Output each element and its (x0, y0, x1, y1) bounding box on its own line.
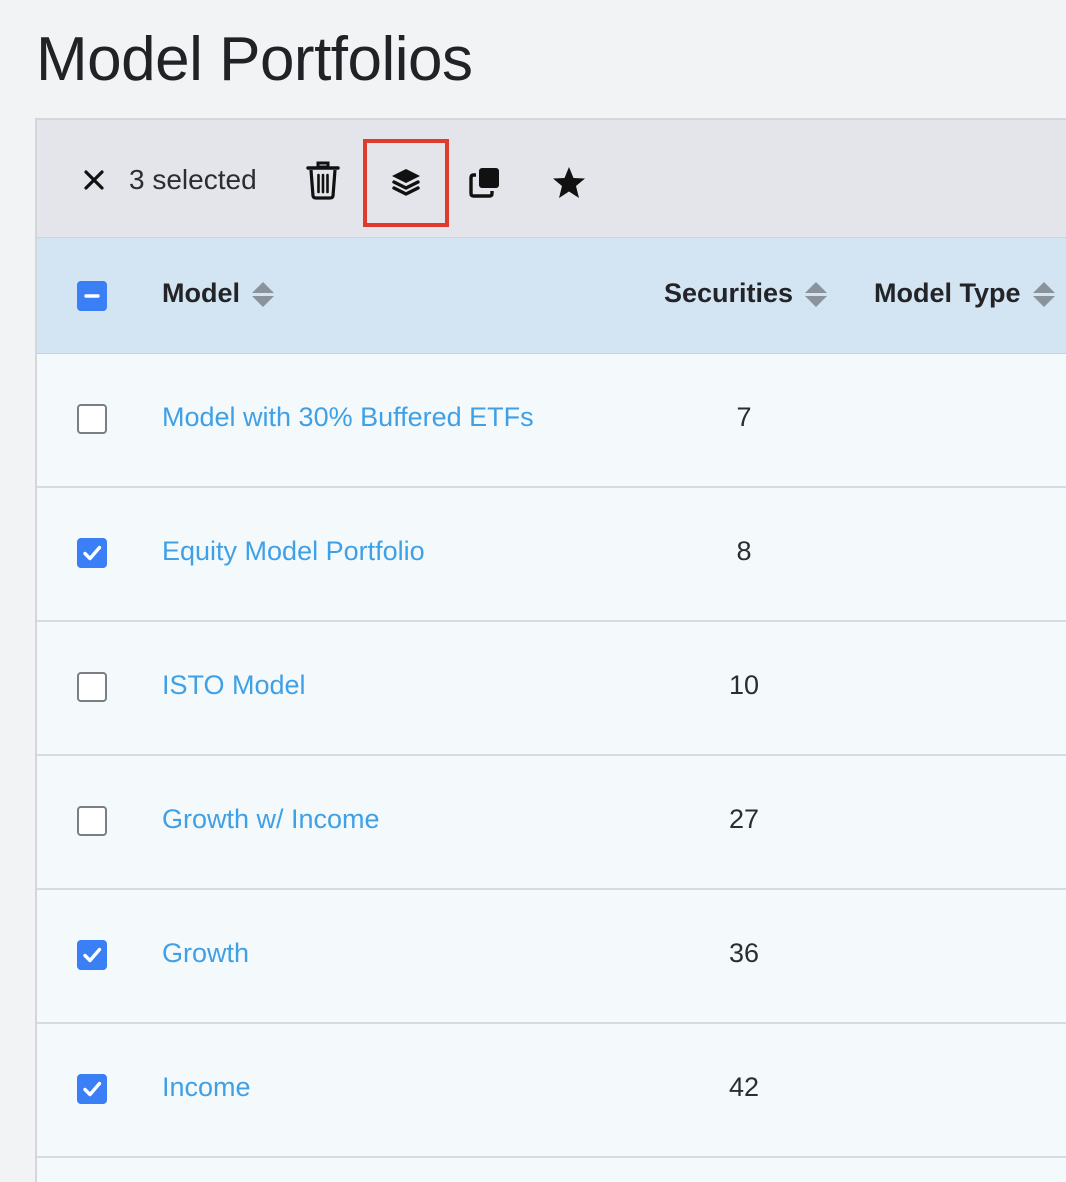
copy-icon (469, 168, 499, 198)
column-header-securities[interactable]: Securities (664, 278, 829, 309)
row-checkbox[interactable] (77, 404, 107, 434)
model-name-link[interactable]: Growth w/ Income (162, 804, 380, 835)
table-row: Growth 36 (37, 890, 1066, 1024)
table-row: Model with 30% Buffered ETFs 7 (37, 354, 1066, 488)
table-header: Model Securities Model Type (37, 238, 1066, 354)
model-name-link[interactable]: Equity Model Portfolio (162, 536, 425, 567)
model-portfolios-table-panel: 3 selected Model Securities Model Type M… (35, 118, 1066, 1182)
securities-count: 10 (728, 670, 760, 700)
table-row: Equity Model Portfolio 8 (37, 488, 1066, 622)
group-layers-button[interactable] (363, 139, 449, 227)
sort-icon (805, 281, 828, 307)
row-checkbox[interactable] (77, 1074, 107, 1104)
column-header-model[interactable]: Model (162, 278, 276, 309)
selected-count: 3 selected (129, 164, 257, 195)
securities-count: 27 (728, 804, 760, 834)
duplicate-button[interactable] (467, 164, 503, 200)
table-body: Model with 30% Buffered ETFs 7 Equity Mo… (37, 354, 1066, 1158)
table-row: ISTO Model 10 (37, 622, 1066, 756)
model-name-link[interactable]: ISTO Model (162, 670, 306, 701)
table-row: Growth w/ Income 27 (37, 756, 1066, 890)
securities-count: 8 (736, 536, 752, 566)
favorite-button[interactable] (550, 164, 588, 202)
page-title: Model Portfolios (36, 25, 473, 94)
sort-icon (252, 281, 274, 307)
row-checkbox[interactable] (77, 806, 107, 836)
minus-icon (84, 294, 100, 298)
layers-icon (392, 169, 420, 196)
clear-selection-button[interactable] (81, 167, 107, 193)
sort-icon (1032, 281, 1055, 307)
trash-icon (306, 161, 340, 200)
star-icon (553, 167, 585, 198)
securities-count: 42 (728, 1072, 760, 1102)
column-header-label: Model (162, 278, 240, 308)
column-header-label: Securities (664, 278, 794, 308)
row-checkbox[interactable] (77, 940, 107, 970)
select-all-checkbox[interactable] (77, 281, 107, 311)
model-name-link[interactable]: Model with 30% Buffered ETFs (162, 402, 534, 433)
model-name-link[interactable]: Growth (162, 938, 249, 969)
row-checkbox[interactable] (77, 538, 107, 568)
securities-count: 7 (736, 402, 752, 432)
row-checkbox[interactable] (77, 672, 107, 702)
column-header-label: Model Type (874, 278, 1021, 308)
column-header-model-type[interactable]: Model Type (874, 278, 1057, 309)
selection-toolbar: 3 selected (37, 120, 1066, 238)
close-icon (84, 170, 104, 190)
table-row: Income 42 (37, 1024, 1066, 1158)
delete-button[interactable] (305, 160, 341, 200)
securities-count: 36 (728, 938, 760, 968)
model-name-link[interactable]: Income (162, 1072, 251, 1103)
check-icon (83, 1081, 102, 1097)
check-icon (83, 545, 102, 561)
check-icon (83, 947, 102, 963)
